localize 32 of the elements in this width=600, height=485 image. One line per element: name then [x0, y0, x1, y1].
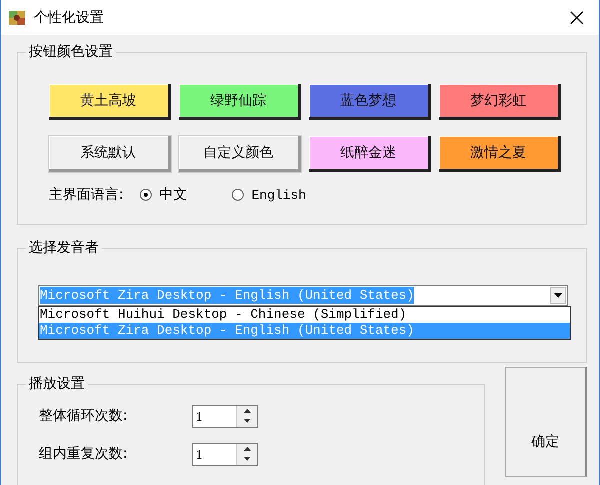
- group-title: 选择发音者: [28, 239, 100, 257]
- language-radio[interactable]: 中文: [140, 186, 188, 204]
- number-spinner[interactable]: 1: [192, 404, 258, 428]
- radio-circle[interactable]: [140, 189, 152, 201]
- field-label: 整体循环次数:: [39, 407, 129, 425]
- color-theme-button[interactable]: 黄土高坡: [49, 84, 171, 120]
- dropdown-option[interactable]: Microsoft Huihui Desktop - Chinese (Simplified): [39, 307, 570, 323]
- app-icon: [8, 8, 26, 26]
- color-theme-button[interactable]: 蓝色梦想: [309, 84, 431, 120]
- window-title: 个性化设置: [34, 8, 105, 26]
- number-spinner[interactable]: 1: [192, 442, 258, 466]
- confirm-button[interactable]: 确定: [505, 367, 587, 477]
- language-radio[interactable]: English: [232, 188, 306, 202]
- field-label: 组内重复次数:: [39, 445, 129, 463]
- caret-icon: [554, 293, 562, 298]
- down-arrow-icon[interactable]: [244, 457, 250, 462]
- radio-circle[interactable]: [232, 189, 244, 201]
- up-arrow-icon[interactable]: [244, 446, 250, 451]
- color-theme-button[interactable]: 纸醉金迷: [309, 136, 431, 172]
- color-theme-button[interactable]: 激情之夏: [439, 136, 561, 172]
- dropdown-button[interactable]: [550, 287, 566, 304]
- color-theme-button[interactable]: 自定义颜色: [179, 136, 301, 172]
- close-icon[interactable]: [569, 10, 585, 26]
- group-title: 按钮颜色设置: [28, 43, 114, 61]
- down-arrow-icon[interactable]: [244, 419, 250, 424]
- group-title: 播放设置: [28, 375, 86, 393]
- up-arrow-icon[interactable]: [244, 408, 250, 413]
- dropdown-value: Microsoft Zira Desktop - English (United States): [40, 287, 414, 304]
- color-theme-button[interactable]: 梦幻彩虹: [439, 84, 561, 120]
- color-theme-button[interactable]: 系统默认: [49, 136, 171, 172]
- color-theme-button[interactable]: 绿野仙踪: [179, 84, 301, 120]
- language-label: 主界面语言:: [49, 186, 124, 204]
